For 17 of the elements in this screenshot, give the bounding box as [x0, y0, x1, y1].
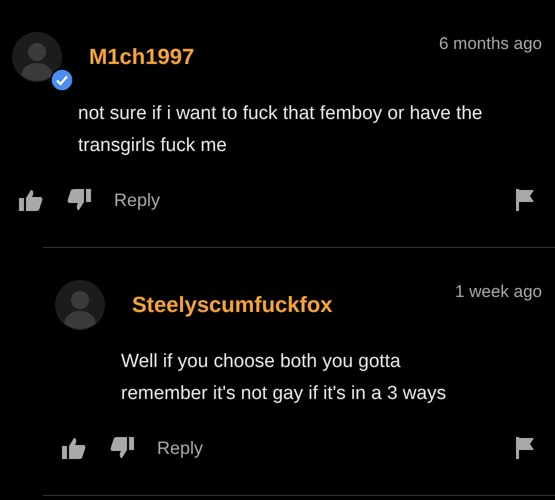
- username[interactable]: Steelyscumfuckfox: [132, 292, 456, 318]
- thumbs-up-icon[interactable]: [61, 436, 87, 460]
- username[interactable]: M1ch1997: [89, 44, 439, 70]
- thumbs-down-icon[interactable]: [66, 188, 92, 212]
- thumbs-down-icon[interactable]: [109, 436, 135, 460]
- verified-badge-icon: [50, 68, 74, 92]
- flag-icon[interactable]: [514, 436, 536, 460]
- comment-text: Well if you choose both you gotta remember it's not gay if it's in a 3 ways: [121, 350, 448, 406]
- avatar-icon: [55, 280, 105, 330]
- reply-button[interactable]: Reply: [157, 438, 204, 458]
- timestamp: 1 week ago: [455, 282, 542, 302]
- timestamp: 6 months ago: [438, 34, 542, 54]
- avatar-icon: [12, 32, 62, 82]
- reply-button[interactable]: Reply: [114, 190, 160, 210]
- comment-text: not sure if i want to fuck that femboy or have the transgirls fuck me: [78, 102, 484, 158]
- flag-icon[interactable]: [514, 188, 536, 212]
- thumbs-up-icon[interactable]: [18, 188, 44, 212]
